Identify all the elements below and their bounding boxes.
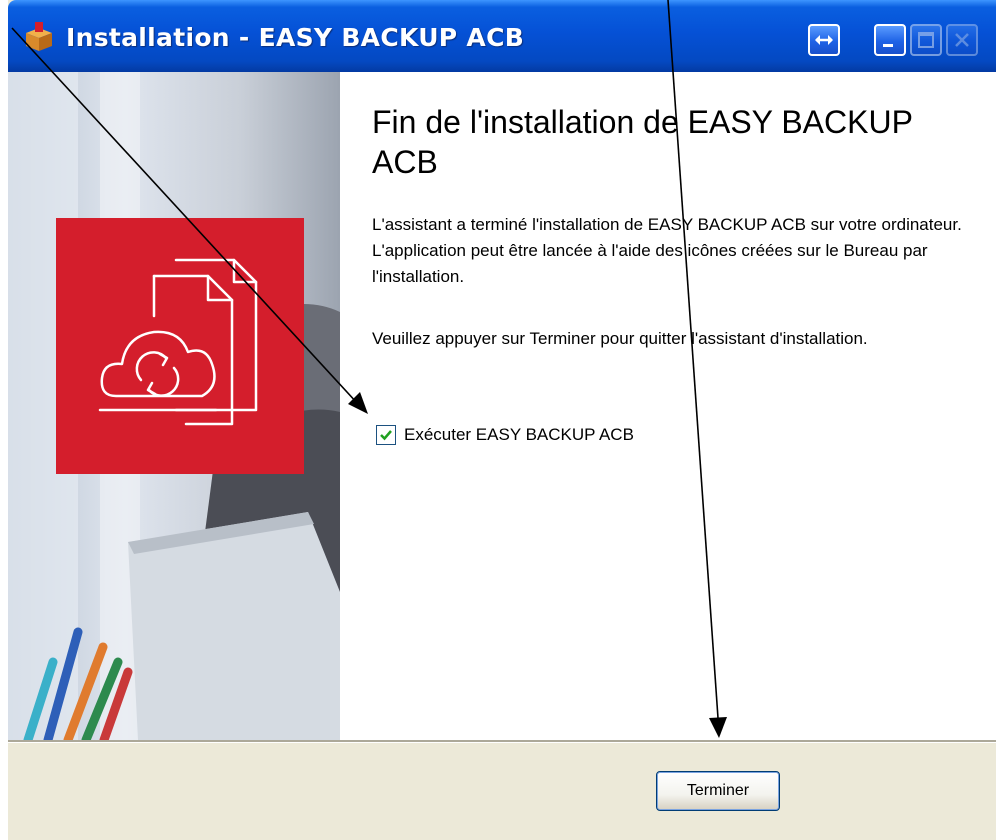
installer-box-icon [26, 22, 52, 51]
app-logo [56, 218, 304, 474]
window-title: Installation - EASY BACKUP ACB [66, 23, 525, 52]
finish-button[interactable]: Terminer [656, 771, 780, 811]
wizard-content: Fin de l'installation de EASY BACKUP ACB… [340, 72, 996, 740]
maximize-button[interactable] [910, 24, 942, 56]
run-app-label: Exécuter EASY BACKUP ACB [404, 425, 634, 444]
run-app-checkbox[interactable] [376, 425, 396, 445]
resize-button[interactable] [808, 24, 840, 56]
run-app-option[interactable]: Exécuter EASY BACKUP ACB [376, 422, 634, 448]
completion-message: L'assistant a terminé l'installation de … [372, 215, 962, 286]
wizard-footer: Terminer [8, 743, 996, 840]
checkmark-icon [380, 430, 392, 441]
finish-instructions: Veuillez appuyer sur Terminer pour quitt… [372, 329, 868, 348]
close-icon [955, 33, 969, 47]
close-button[interactable] [946, 24, 978, 56]
page-heading: Fin de l'installation de EASY BACKUP ACB [372, 104, 913, 180]
maximize-icon [918, 32, 934, 48]
minimize-icon [883, 44, 893, 47]
minimize-button[interactable] [874, 24, 906, 56]
title-bar[interactable]: Installation - EASY BACKUP ACB [8, 0, 996, 72]
double-arrow-icon [815, 35, 833, 45]
